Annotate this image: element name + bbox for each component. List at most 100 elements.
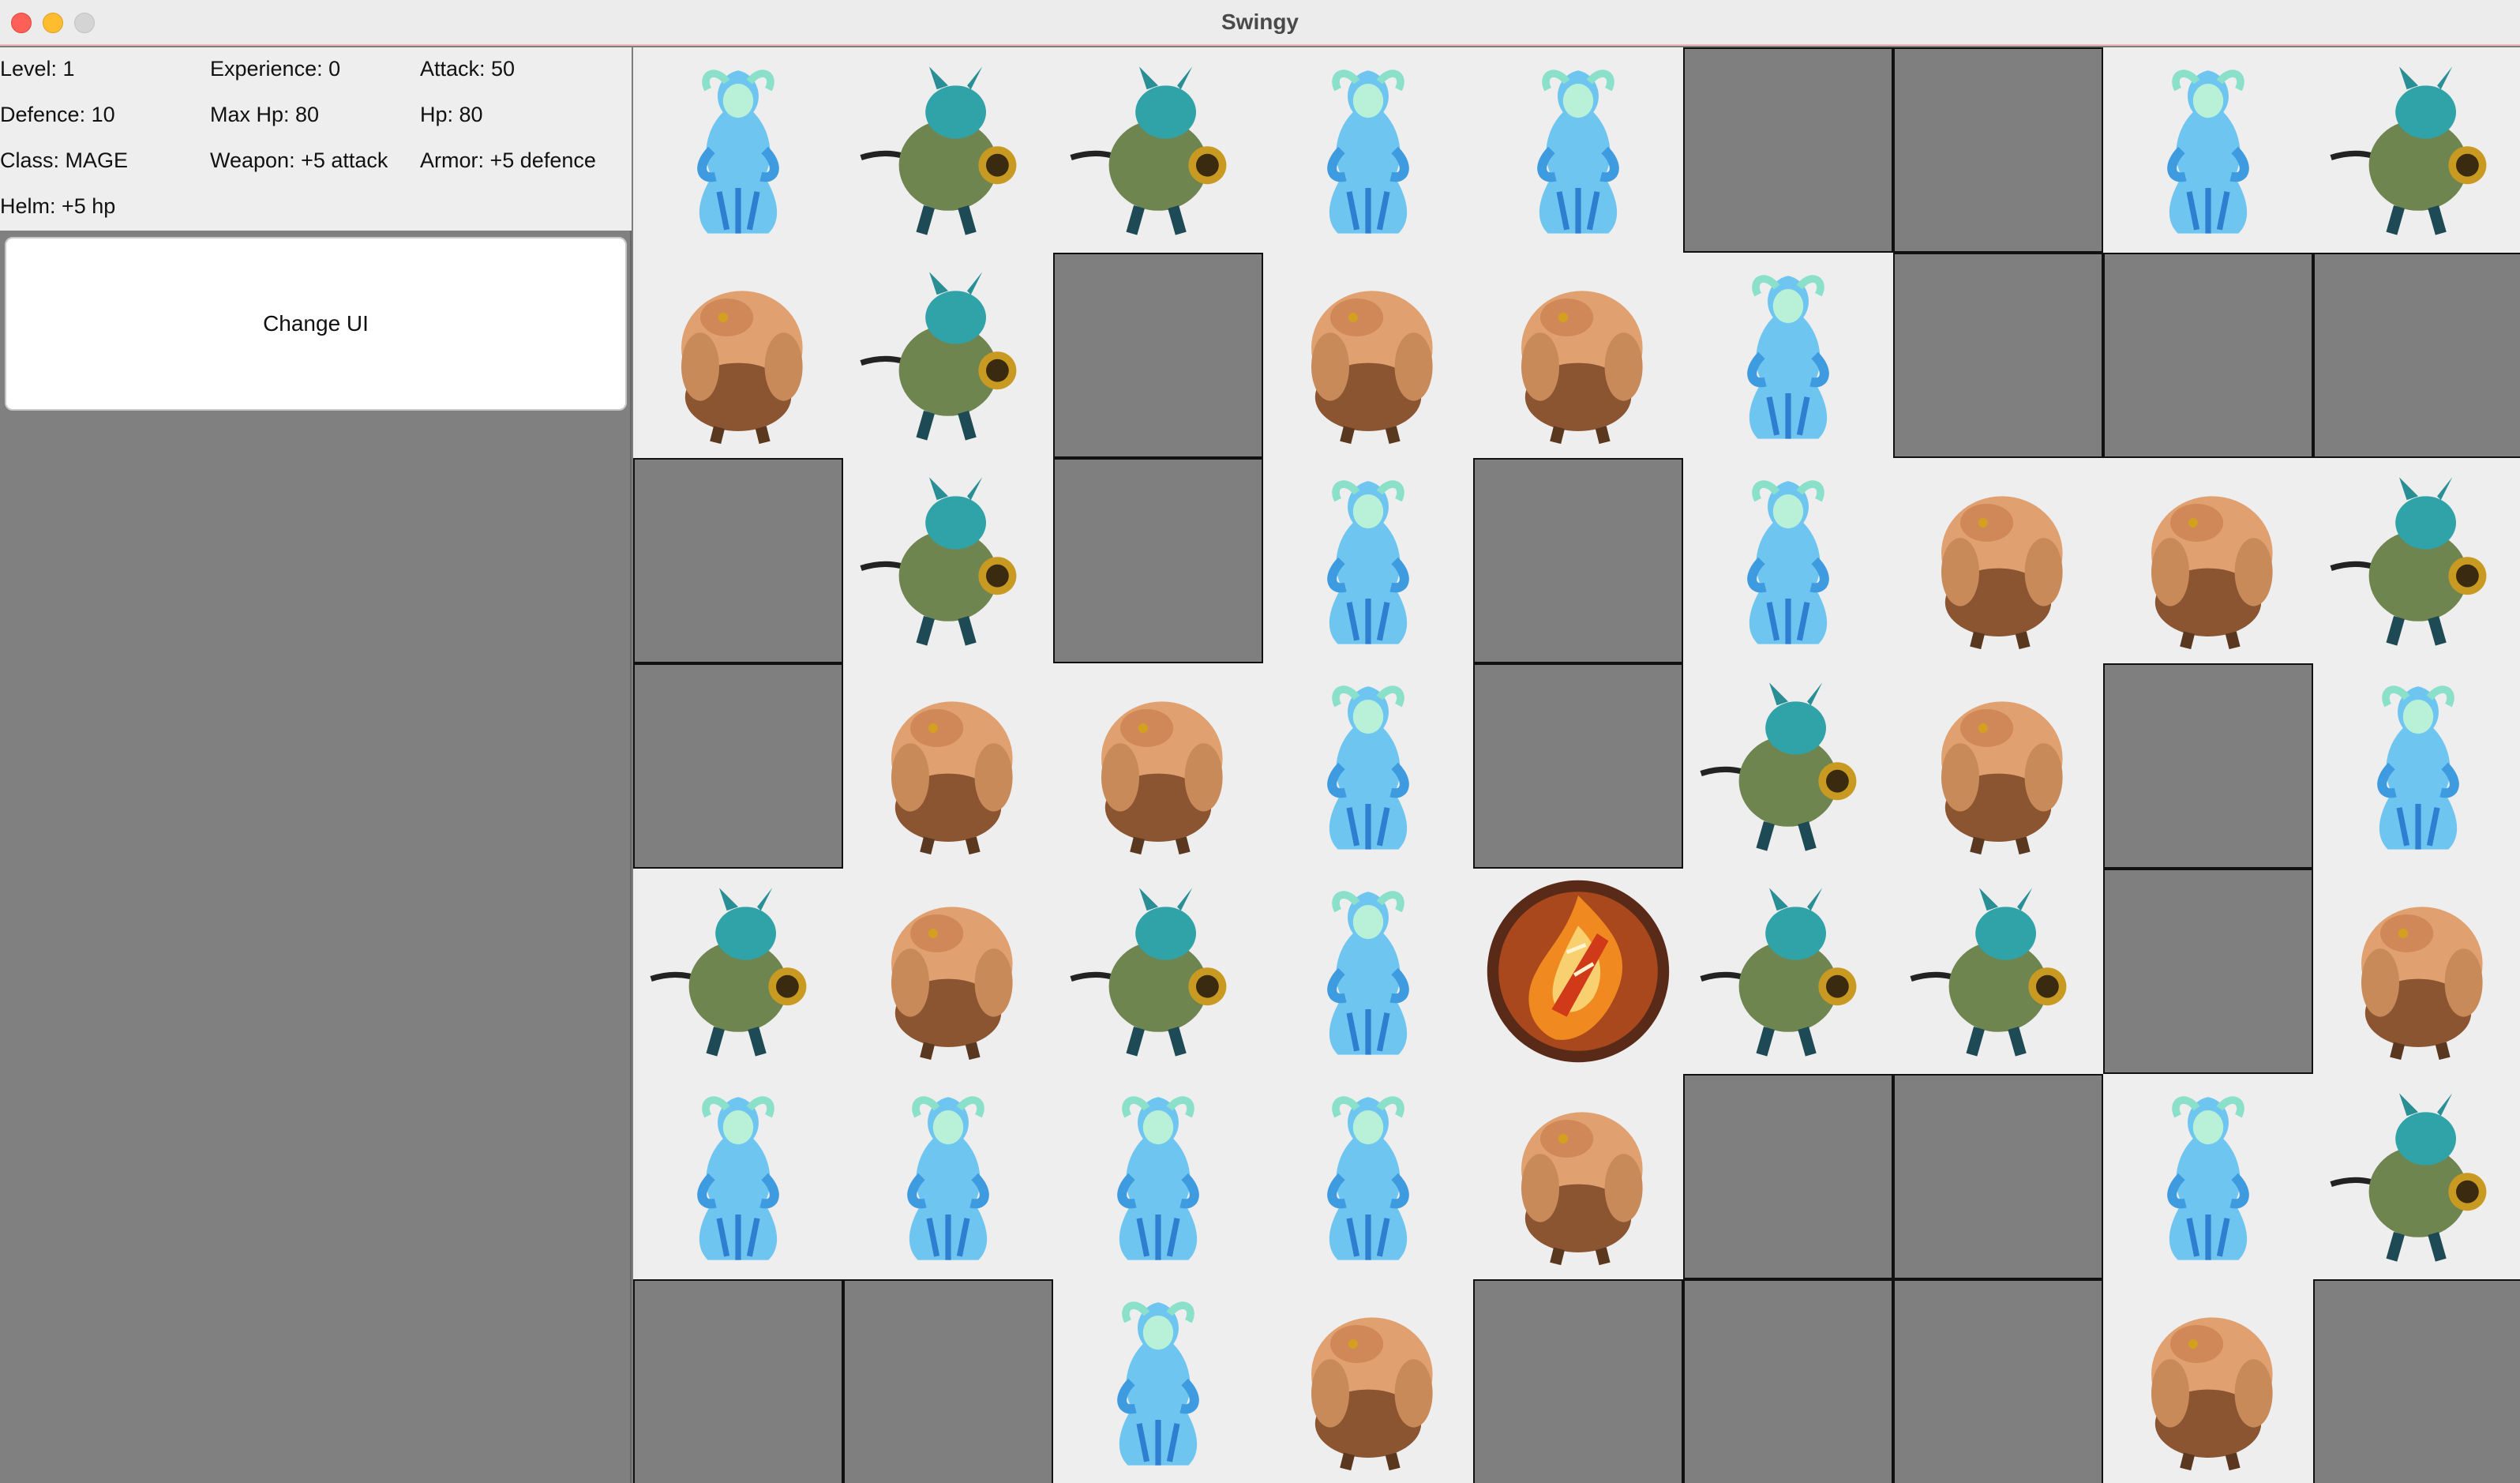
map-cell-ice-spirit <box>1683 458 1893 663</box>
map-cell-ice-spirit <box>1263 47 1473 253</box>
map-cell-goblin-rat <box>2313 458 2520 663</box>
map-cell-goblin-rat <box>1053 869 1263 1074</box>
map-cell-wall <box>2313 253 2520 458</box>
window-title: Swingy <box>1221 9 1299 34</box>
ice-spirit-icon <box>1117 1096 1199 1260</box>
goblin-rat-icon <box>2330 477 2487 646</box>
map-cell-wall <box>1683 47 1893 253</box>
goblin-rat-icon <box>1070 66 1227 235</box>
brute-icon <box>681 291 803 445</box>
map-cell-ice-spirit <box>1053 1074 1263 1279</box>
map-cell-wall <box>2103 663 2313 869</box>
goblin-rat-icon <box>860 66 1017 235</box>
stat-experience: Experience: 0 <box>210 57 341 81</box>
brute-icon <box>1101 701 1223 855</box>
map-cell-ice-spirit <box>1263 869 1473 1074</box>
map-cell-ice-spirit <box>1053 1279 1263 1483</box>
stat-hp: Hp: 80 <box>420 103 483 126</box>
change-ui-button[interactable]: Change UI <box>5 237 627 411</box>
stat-helm: Helm: +5 hp <box>0 194 116 218</box>
map-cell-wall <box>633 458 843 663</box>
map-cell-wall <box>2313 1279 2520 1483</box>
ice-spirit-icon <box>2377 685 2459 850</box>
ice-spirit-icon <box>1117 1301 1199 1466</box>
goblin-rat-icon <box>2330 66 2487 235</box>
stat-defence: Defence: 10 <box>0 103 115 126</box>
goblin-rat-icon <box>1070 888 1227 1057</box>
stat-armor: Armor: +5 defence <box>420 148 596 172</box>
map-cell-brute <box>1263 1279 1473 1483</box>
stat-class: Class: MAGE <box>0 148 129 172</box>
map-cell-goblin-rat <box>2313 1074 2520 1279</box>
brute-icon <box>1311 291 1433 445</box>
map-cell-ice-spirit <box>1263 458 1473 663</box>
ice-spirit-icon <box>2167 1096 2249 1260</box>
brute-icon <box>891 907 1013 1061</box>
map-cell-brute <box>1263 253 1473 458</box>
brute-icon <box>891 701 1013 855</box>
ice-spirit-icon <box>1327 1096 1409 1260</box>
ice-spirit-icon <box>697 1096 779 1260</box>
map-cell-ice-spirit <box>633 1074 843 1279</box>
map-cell-brute <box>843 663 1053 869</box>
map-cell-wall <box>2103 253 2313 458</box>
ice-spirit-icon <box>1747 275 1829 439</box>
map-cell-wall <box>1473 1279 1683 1483</box>
map-cell-wall <box>1473 663 1683 869</box>
hero-stats-panel: Level: 1 Experience: 0 Attack: 50 Defenc… <box>0 47 632 231</box>
brute-icon <box>1941 701 2063 855</box>
goblin-rat-icon <box>1910 888 2067 1057</box>
goblin-rat-icon <box>2330 1093 2487 1262</box>
brute-icon <box>1941 496 2063 650</box>
brute-icon <box>1521 1112 1643 1266</box>
map-cell-wall <box>1893 1279 2103 1483</box>
map-cell-goblin-rat <box>843 458 1053 663</box>
map-cell-wall <box>1683 1074 1893 1279</box>
map-cell-brute <box>633 253 843 458</box>
map-cell-goblin-rat <box>1683 869 1893 1074</box>
map-cell-ice-spirit <box>843 1074 1053 1279</box>
map-cell-ice-spirit <box>1263 1074 1473 1279</box>
ice-spirit-icon <box>1747 480 1829 644</box>
map-cell-brute <box>843 869 1053 1074</box>
map-cell-brute <box>2103 458 2313 663</box>
game-board <box>633 47 2520 1483</box>
stat-level: Level: 1 <box>0 57 75 81</box>
goblin-rat-icon <box>860 272 1017 441</box>
map-cell-brute <box>1473 1074 1683 1279</box>
map-cell-goblin-rat <box>843 253 1053 458</box>
brute-icon <box>1521 291 1643 445</box>
map-cell-goblin-rat <box>1893 869 2103 1074</box>
map-cell-brute <box>1473 253 1683 458</box>
goblin-rat-icon <box>1700 888 1857 1057</box>
map-cell-wall <box>1893 253 2103 458</box>
map-cell-wall <box>1053 253 1263 458</box>
map-cell-goblin-rat <box>2313 47 2520 253</box>
ice-spirit-icon <box>907 1096 989 1260</box>
map-cell-wall <box>2103 869 2313 1074</box>
ice-spirit-icon <box>1327 480 1409 644</box>
ice-spirit-icon <box>697 69 779 234</box>
brute-icon <box>1311 1317 1433 1471</box>
map-cell-wall <box>1473 458 1683 663</box>
stat-max-hp: Max Hp: 80 <box>210 103 320 126</box>
map-cell-ice-spirit <box>2103 1074 2313 1279</box>
map-cell-ice-spirit <box>1473 47 1683 253</box>
map-cell-hero-fire-emblem <box>1473 869 1683 1074</box>
map-cell-wall <box>843 1279 1053 1483</box>
brute-icon <box>2151 496 2273 650</box>
goblin-rat-icon <box>860 477 1017 646</box>
ice-spirit-icon <box>1327 685 1409 850</box>
stat-weapon: Weapon: +5 attack <box>210 148 388 172</box>
map-cell-ice-spirit <box>1263 663 1473 869</box>
map-cell-brute <box>1053 663 1263 869</box>
map-cell-wall <box>1683 1279 1893 1483</box>
map-cell-wall <box>1053 458 1263 663</box>
goblin-rat-icon <box>650 888 807 1057</box>
map-cell-ice-spirit <box>2313 663 2520 869</box>
map-cell-goblin-rat <box>633 869 843 1074</box>
brute-icon <box>2151 1317 2273 1471</box>
ice-spirit-icon <box>2167 69 2249 234</box>
map-cell-goblin-rat <box>1053 47 1263 253</box>
map-cell-brute <box>1893 458 2103 663</box>
